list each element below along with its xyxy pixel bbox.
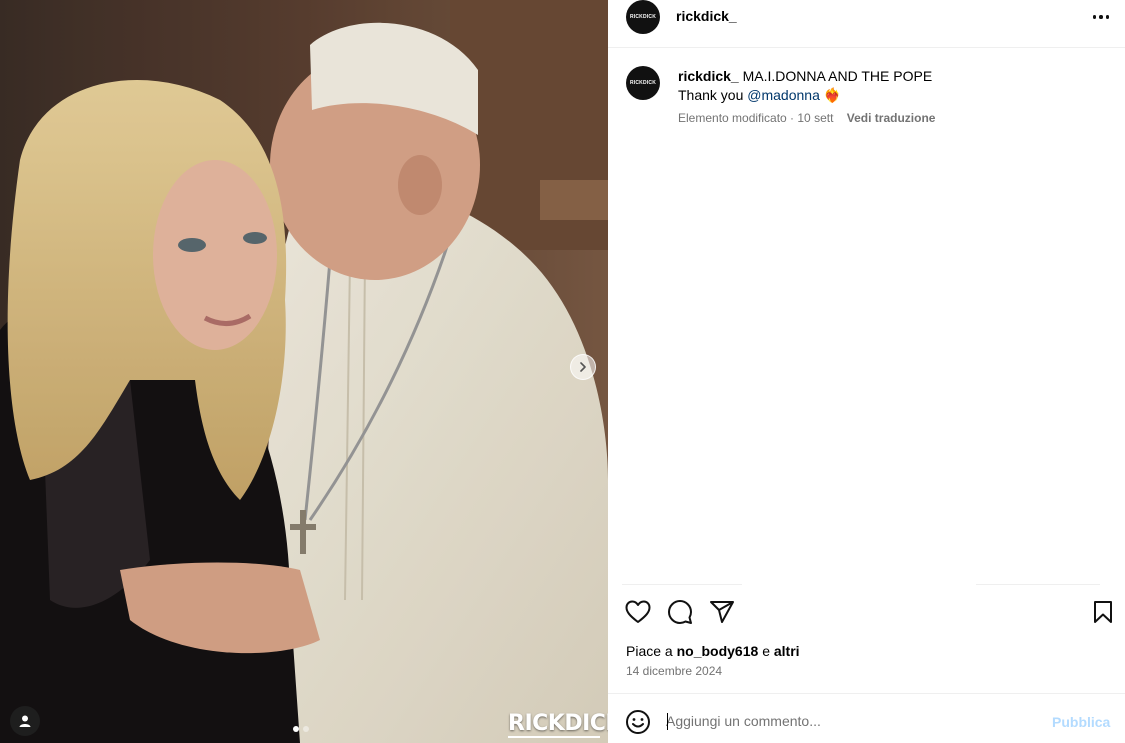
paper-plane-icon <box>710 601 734 623</box>
caption-author[interactable]: rickdick_ <box>678 68 739 84</box>
caption-text: MA.I.DONNA AND THE POPE <box>742 68 933 84</box>
post-details-panel: RICKDICK rickdick_ RICKDICK rickdick_ MA… <box>608 0 1125 743</box>
watermark-underline <box>508 736 600 738</box>
user-icon <box>19 715 31 727</box>
avatar-logo-text: RICKDICK <box>629 80 657 86</box>
comment-input[interactable] <box>666 709 1036 733</box>
divider <box>976 584 1100 585</box>
heart-on-fire-emoji: ❤️‍🔥 <box>823 87 842 103</box>
caption-meta: Elemento modificato · 10 sett Vedi tradu… <box>678 109 1098 128</box>
text-cursor <box>667 713 668 730</box>
see-translation-button[interactable]: Vedi traduzione <box>847 111 936 125</box>
more-options-button[interactable] <box>1090 8 1112 26</box>
like-button[interactable] <box>624 598 652 626</box>
tagged-users-button[interactable] <box>10 706 40 736</box>
post-media[interactable]: RICKDICK <box>0 0 608 743</box>
liked-by-others-link[interactable]: altri <box>774 643 800 659</box>
chevron-right-icon <box>580 362 586 372</box>
bookmark-icon <box>1094 601 1112 623</box>
caption-edited-time: Elemento modificato · 10 sett <box>678 111 834 125</box>
share-button[interactable] <box>708 598 736 626</box>
likes-joiner: e <box>762 643 770 659</box>
liked-by-user-link[interactable]: no_body618 <box>677 643 759 659</box>
carousel-dot-active <box>293 726 299 732</box>
author-avatar[interactable]: RICKDICK <box>626 0 660 34</box>
post-date: 14 dicembre 2024 <box>626 664 723 678</box>
post-actions <box>608 596 1125 630</box>
comment-button[interactable] <box>666 598 694 626</box>
caption-mention-link[interactable]: @madonna <box>747 87 820 103</box>
caption-body: rickdick_ MA.I.DONNA AND THE POPE Thank … <box>678 67 1098 128</box>
smiley-icon <box>626 710 650 734</box>
emoji-picker-button[interactable] <box>625 709 651 735</box>
avatar-logo-text: RICKDICK <box>629 14 657 20</box>
save-button[interactable] <box>1089 598 1117 626</box>
more-dot-icon <box>1092 15 1097 19</box>
post-header: RICKDICK rickdick_ <box>608 0 1125 48</box>
likes-prefix: Piace a <box>626 643 673 659</box>
more-dot-icon <box>1105 15 1110 19</box>
add-comment-bar: Pubblica <box>608 693 1125 743</box>
likes-summary: Piace a no_body618 e altri <box>626 643 800 659</box>
more-dot-icon <box>1099 15 1103 19</box>
author-username[interactable]: rickdick_ <box>676 8 737 24</box>
publish-comment-button[interactable]: Pubblica <box>1052 714 1110 730</box>
carousel-dot <box>303 726 309 732</box>
caption-thanks: Thank you <box>678 87 744 103</box>
carousel-next-button[interactable] <box>570 354 596 380</box>
post-photo <box>0 0 608 743</box>
carousel-dots <box>293 726 309 732</box>
media-watermark: RICKDICK <box>508 711 608 736</box>
divider <box>622 584 742 585</box>
heart-icon <box>625 600 651 623</box>
caption-author-avatar[interactable]: RICKDICK <box>626 66 660 100</box>
comment-bubble-icon <box>668 600 692 624</box>
